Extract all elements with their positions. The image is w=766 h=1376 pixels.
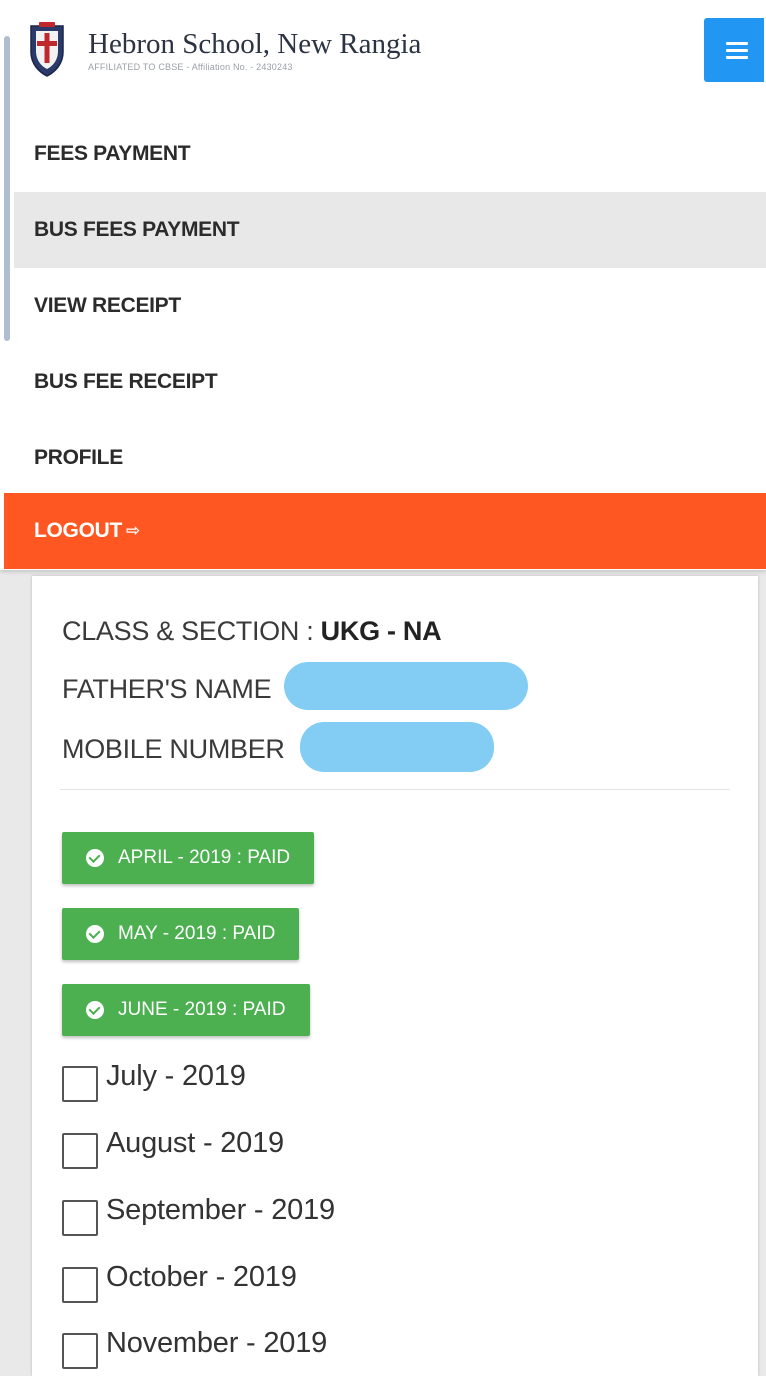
nav-item-bus-fees-payment[interactable]: BUS FEES PAYMENT [14,192,766,268]
affiliation-text: AFFILIATED TO CBSE - Affiliation No. - 2… [88,62,293,72]
nav-menu: FEES PAYMENT BUS FEES PAYMENT VIEW RECEI… [14,116,766,496]
month-checkbox[interactable] [62,1333,98,1369]
class-section-label: CLASS & SECTION : [62,616,321,646]
menu-toggle-button[interactable] [704,18,764,82]
mobile-number-label: MOBILE NUMBER [62,734,285,764]
class-section-value: UKG - NA [320,616,442,646]
sign-out-icon: ⇨ [126,521,140,540]
redacted-mobile-number [300,722,494,772]
month-checkbox[interactable] [62,1267,98,1303]
month-label: October - 2019 [106,1261,297,1293]
father-name-line: FATHER'S NAME [62,674,272,705]
paid-badge-label: JUNE - 2019 : PAID [118,999,286,1020]
nav-item-view-receipt[interactable]: VIEW RECEIPT [14,268,766,344]
nav-item-profile[interactable]: PROFILE [14,420,766,496]
check-circle-icon [86,925,104,943]
month-label: September - 2019 [106,1194,335,1226]
month-checkbox[interactable] [62,1066,98,1102]
mobile-number-line: MOBILE NUMBER [62,734,285,765]
month-label: July - 2019 [106,1060,246,1092]
school-crest-icon [30,22,64,77]
paid-badge-june: JUNE - 2019 : PAID [62,984,310,1036]
top-navigation: Hebron School, New Rangia AFFILIATED TO … [0,0,766,570]
school-name: Hebron School, New Rangia [88,28,422,60]
paid-badge-label: MAY - 2019 : PAID [118,923,276,944]
class-section-line: CLASS & SECTION : UKG - NA [62,616,442,647]
paid-badge-may: MAY - 2019 : PAID [62,908,300,960]
redacted-father-name [284,662,528,710]
divider [60,789,730,790]
logout-button[interactable]: LOGOUT ⇨ [4,493,766,569]
month-label: November - 2019 [106,1327,328,1359]
father-name-label: FATHER'S NAME [62,674,272,704]
month-checkbox[interactable] [62,1200,98,1236]
check-circle-icon [86,849,104,867]
paid-badge-label: APRIL - 2019 : PAID [118,847,291,868]
month-label: August - 2019 [106,1127,284,1159]
nav-item-bus-fee-receipt[interactable]: BUS FEE RECEIPT [14,344,766,420]
paid-badge-april: APRIL - 2019 : PAID [62,832,315,884]
check-circle-icon [86,1001,104,1019]
nav-item-fees-payment[interactable]: FEES PAYMENT [14,116,766,192]
scroll-indicator [4,36,10,341]
month-checkbox[interactable] [62,1133,98,1169]
fee-card: CLASS & SECTION : UKG - NA FATHER'S NAME… [32,576,758,1376]
logout-label: LOGOUT [34,519,123,542]
